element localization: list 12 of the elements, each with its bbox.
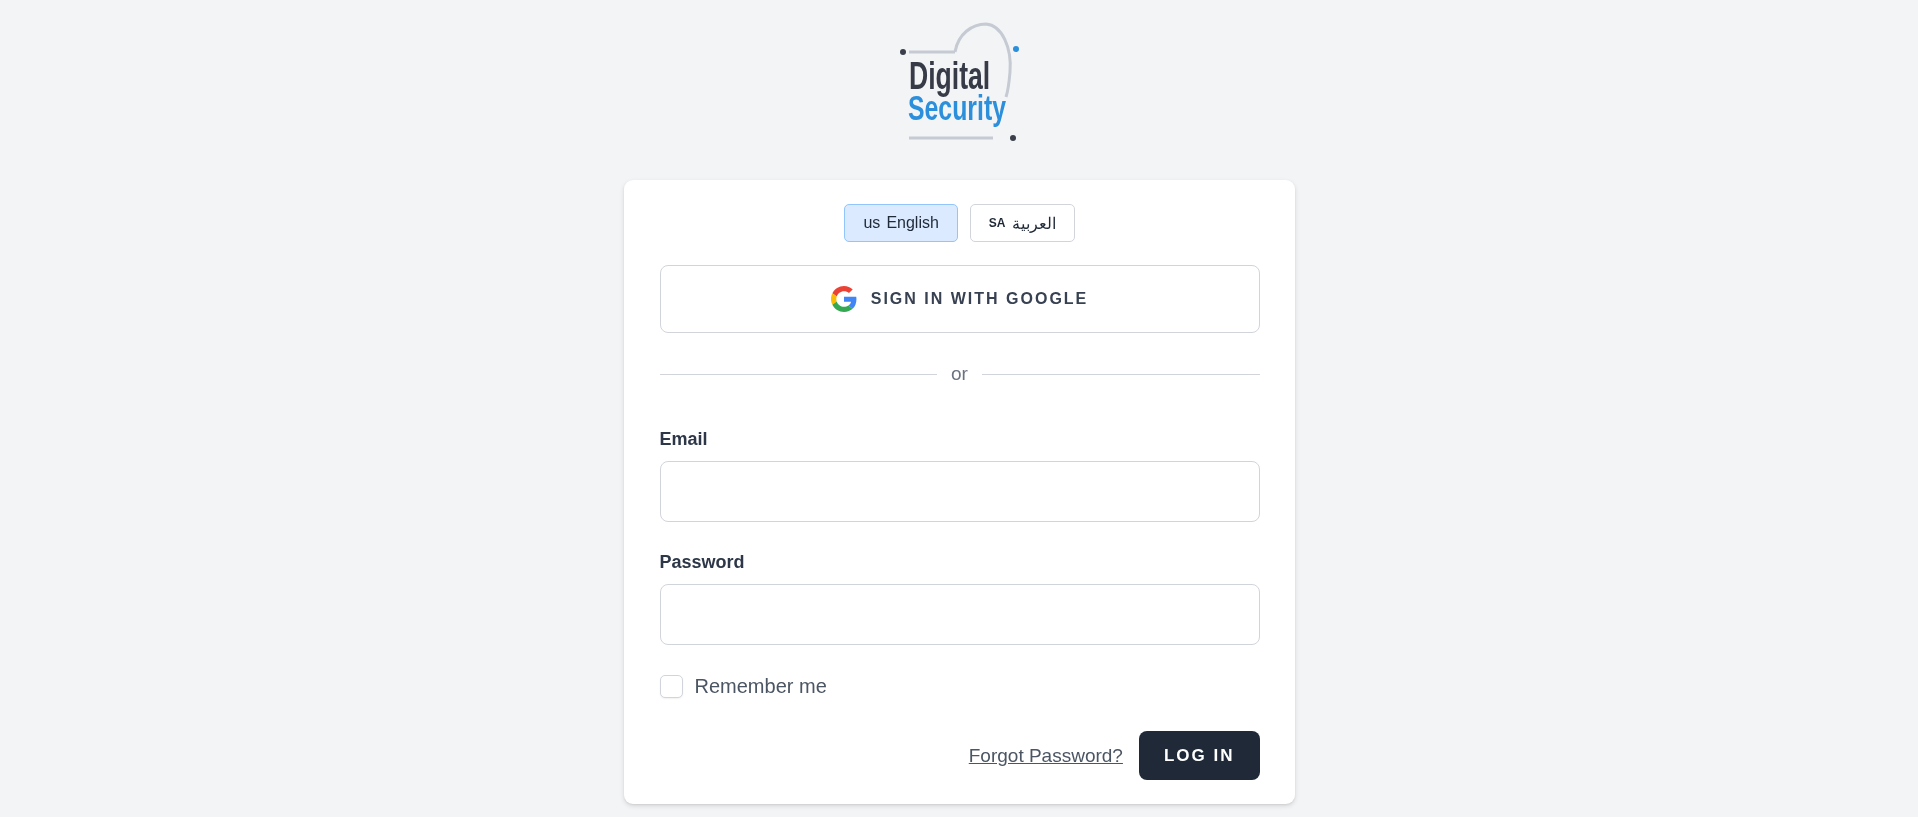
checkbox-label[interactable]: Remember me [694, 674, 827, 698]
input-field[interactable] [659, 461, 1260, 522]
field-label: Password [659, 551, 745, 573]
input-field[interactable] [659, 584, 1260, 645]
g-logo-icon [830, 286, 857, 312]
divider-text: or [951, 362, 968, 386]
remember-checkbox[interactable] [659, 674, 683, 698]
language-button[interactable]: us English [844, 204, 958, 242]
forgot-password-link[interactable]: Forgot Password? [968, 744, 1123, 767]
google-signin-button[interactable]: SIGN IN WITH GOOGLE [659, 265, 1260, 333]
field-label: Email [659, 428, 708, 450]
login-button[interactable]: LOG IN [1138, 731, 1260, 780]
